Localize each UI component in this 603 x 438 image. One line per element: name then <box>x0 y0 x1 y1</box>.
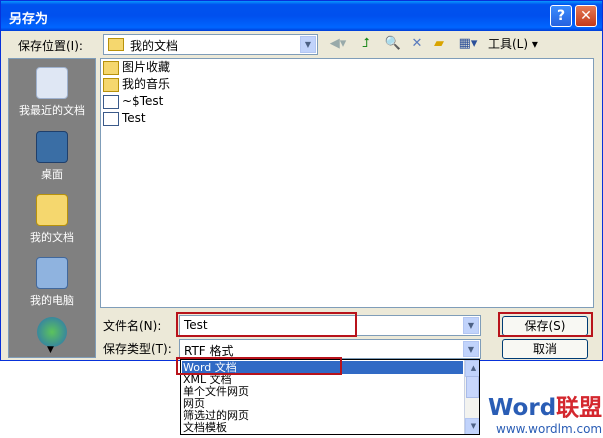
list-item[interactable]: 图片收藏 <box>103 59 170 76</box>
word-document-icon <box>103 111 119 126</box>
place-label: 我的文档 <box>30 231 74 244</box>
folder-icon <box>103 77 119 92</box>
folder-icon <box>103 60 119 75</box>
place-label: 我的电脑 <box>30 294 74 307</box>
chevron-down-icon[interactable]: ▼ <box>463 317 479 334</box>
filetype-label: 保存类型(T): <box>103 342 172 356</box>
tools-menu-label: 工具(L) <box>488 37 529 51</box>
tools-menu[interactable]: 工具(L) ▾ <box>488 35 538 53</box>
close-button[interactable]: ✕ <box>575 5 597 27</box>
dropdown-option[interactable]: 文档模板 <box>183 421 227 434</box>
location-value: 我的文档 <box>130 39 179 53</box>
watermark-logo: Word联盟 <box>488 396 602 420</box>
file-list[interactable]: 图片收藏 我的音乐 ~$Test Test <box>100 58 594 308</box>
scroll-up-icon[interactable]: ▲ <box>465 360 479 377</box>
filename-label: 文件名(N): <box>103 319 162 333</box>
list-item[interactable]: 我的音乐 <box>103 76 170 93</box>
dropdown-scrollbar[interactable]: ▲ ▼ <box>464 360 479 434</box>
place-label: 桌面 <box>41 168 63 181</box>
list-item[interactable]: Test <box>103 110 146 127</box>
up-folder-icon[interactable]: ⮥ <box>357 35 375 53</box>
highlight-box <box>176 357 342 375</box>
list-item[interactable]: ~$Test <box>103 93 163 110</box>
word-document-icon <box>103 94 119 109</box>
filetype-select[interactable]: RTF 格式 ▼ <box>179 339 481 359</box>
network-globe-icon <box>37 317 67 347</box>
place-my-documents[interactable]: 我的文档 <box>9 194 95 245</box>
watermark-cn: 联盟 <box>556 395 603 421</box>
place-desktop[interactable]: 桌面 <box>9 131 95 182</box>
watermark-url: www.wordlm.com <box>496 422 603 436</box>
filetype-value: RTF 格式 <box>184 344 234 358</box>
save-in-combobox[interactable]: 我的文档 ▼ <box>103 34 318 55</box>
desktop-icon <box>36 131 68 163</box>
help-button[interactable]: ? <box>550 5 572 27</box>
search-web-icon[interactable]: 🔍 <box>384 35 402 53</box>
place-recent-documents[interactable]: 我最近的文档 <box>9 67 95 118</box>
scroll-down-icon[interactable]: ▼ <box>465 418 479 434</box>
highlight-box <box>498 312 593 337</box>
places-bar: 我最近的文档 桌面 我的文档 我的电脑 ▼ <box>8 58 96 358</box>
file-name: Test <box>122 111 146 125</box>
file-name: 图片收藏 <box>122 60 171 74</box>
title-bar[interactable]: 另存为 ? ✕ <box>1 1 602 31</box>
cancel-button[interactable]: 取消 <box>502 339 588 359</box>
views-icon[interactable]: ▦▾ <box>454 35 482 53</box>
file-name: ~$Test <box>122 94 164 108</box>
recent-documents-icon <box>36 67 68 99</box>
highlight-box <box>176 312 357 337</box>
file-name: 我的音乐 <box>122 77 171 91</box>
places-scroll-down-icon[interactable]: ▼ <box>47 345 54 355</box>
my-computer-icon <box>36 257 68 289</box>
delete-icon[interactable]: ✕ <box>408 35 426 53</box>
save-in-label: 保存位置(I): <box>18 39 83 53</box>
new-folder-icon[interactable]: ▰ <box>430 35 448 53</box>
back-icon[interactable]: ◀▾ <box>326 35 350 53</box>
scrollbar-thumb[interactable] <box>466 376 479 398</box>
folder-icon <box>108 38 124 51</box>
place-label: 我最近的文档 <box>19 104 85 117</box>
watermark-word: Word <box>488 395 557 421</box>
place-my-computer[interactable]: 我的电脑 <box>9 257 95 308</box>
dialog-title: 另存为 <box>9 12 49 27</box>
chevron-down-icon[interactable]: ▼ <box>463 341 479 357</box>
my-documents-icon <box>36 194 68 226</box>
chevron-down-icon[interactable]: ▼ <box>300 36 316 53</box>
